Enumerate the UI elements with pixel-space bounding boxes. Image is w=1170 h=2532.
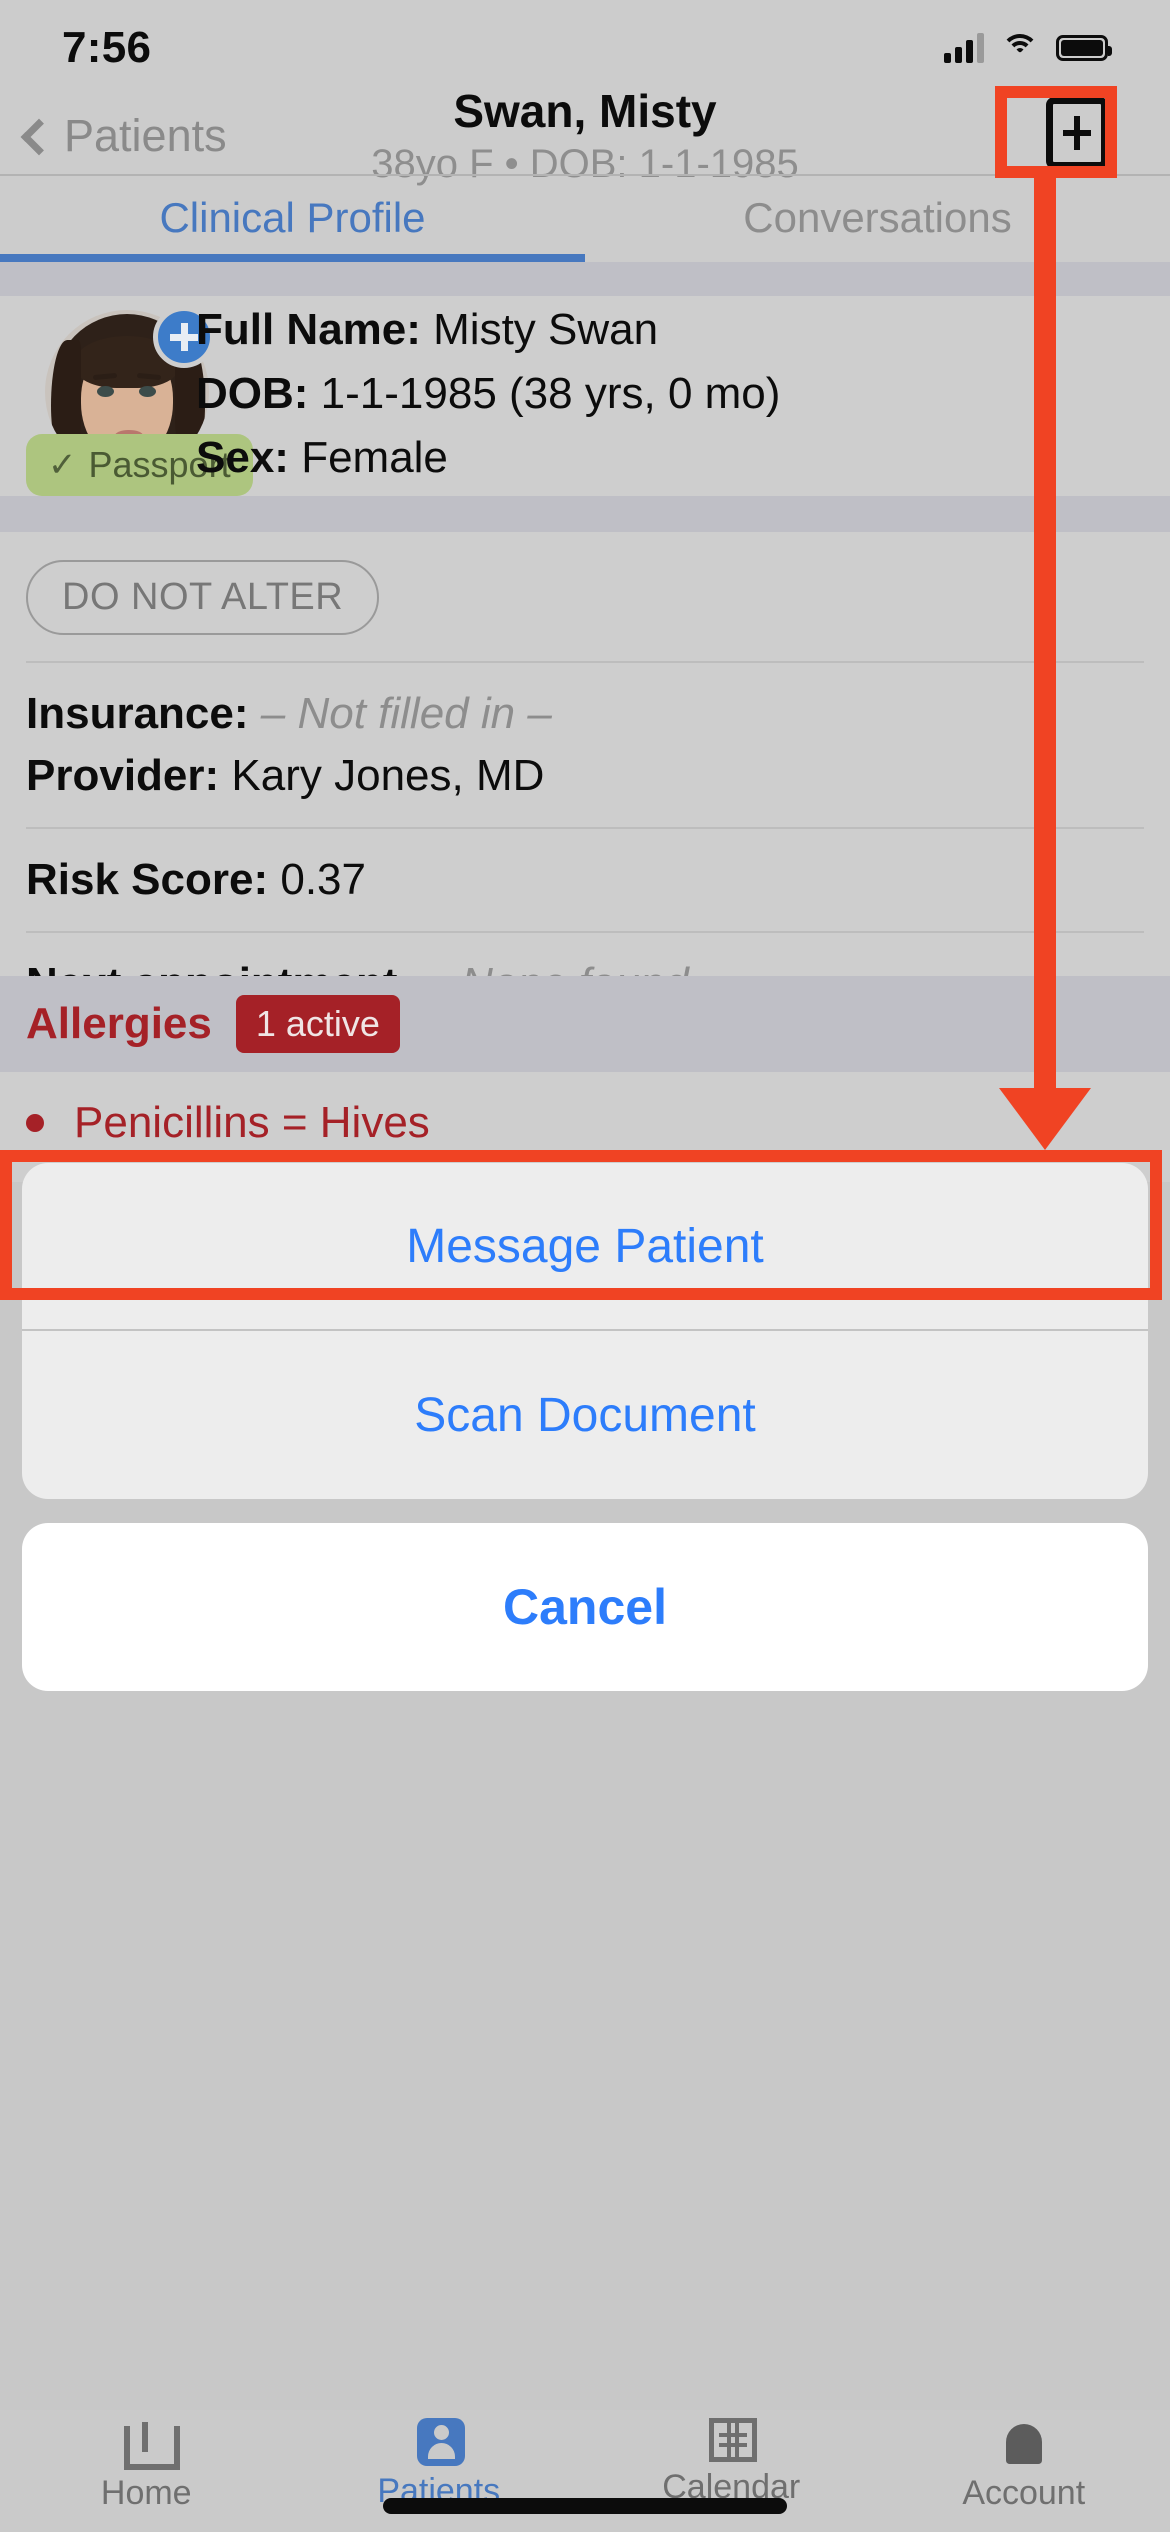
status-bar-time: 7:56 [62, 23, 151, 73]
clinical-info-card: DO NOT ALTER Insurance: – Not filled in … [0, 532, 1170, 976]
calendar-icon [709, 2418, 757, 2462]
field-full-name-value: Misty Swan [433, 305, 658, 354]
field-provider: Provider: Kary Jones, MD [26, 751, 1144, 801]
check-icon: ✓ [48, 445, 77, 485]
field-insurance: Insurance: – Not filled in – [26, 689, 1144, 739]
home-indicator [383, 2498, 787, 2514]
field-insurance-label: Insurance: [26, 689, 249, 738]
cancel-button[interactable]: Cancel [22, 1523, 1148, 1691]
section-gap-top [0, 262, 1170, 296]
account-icon [996, 2418, 1052, 2468]
field-sex: Sex: Female [196, 433, 780, 483]
field-provider-label: Provider: [26, 751, 219, 800]
field-insurance-value: – Not filled in – [261, 689, 552, 738]
info-row-risk-score[interactable]: Risk Score: 0.37 [0, 829, 1170, 931]
wifi-icon [1001, 34, 1039, 62]
scan-document-option[interactable]: Scan Document [22, 1331, 1148, 1499]
patients-icon [417, 2418, 465, 2466]
allergy-item-label: Penicillins = Hives [74, 1098, 430, 1148]
tabbar-item-account[interactable]: Account [878, 2410, 1170, 2532]
status-bar: 7:56 [0, 0, 1170, 96]
tab-clinical-profile[interactable]: Clinical Profile [0, 176, 585, 260]
annotation-arrow-shaft [1034, 178, 1056, 1118]
allergies-header: Allergies 1 active [0, 976, 1170, 1072]
cancel-button-label: Cancel [503, 1578, 667, 1636]
field-risk-score-value: 0.37 [280, 855, 366, 904]
cellular-signal-icon [944, 33, 984, 63]
field-dob: DOB: 1-1-1985 (38 yrs, 0 mo) [196, 369, 780, 419]
section-gap-mid [0, 496, 1170, 532]
tabbar-label-account: Account [962, 2474, 1085, 2513]
tabbar-label-home: Home [101, 2474, 192, 2513]
tabbar-item-home[interactable]: Home [0, 2410, 293, 2532]
annotation-arrow-head [999, 1088, 1091, 1150]
info-row-insurance[interactable]: Insurance: – Not filled in – Provider: K… [0, 663, 1170, 827]
tab-strip: Clinical Profile Conversations [0, 176, 1170, 260]
field-risk-score: Risk Score: 0.37 [26, 855, 1144, 905]
allergies-title: Allergies [26, 999, 212, 1049]
field-risk-score-label: Risk Score: [26, 855, 268, 904]
home-icon [118, 2418, 174, 2468]
field-sex-label: Sex: [196, 433, 289, 482]
annotation-box-message-patient [0, 1150, 1162, 1300]
battery-icon [1056, 35, 1108, 61]
bullet-icon [26, 1114, 44, 1132]
field-full-name: Full Name: Misty Swan [196, 305, 780, 355]
do-not-alter-pill: DO NOT ALTER [26, 560, 379, 635]
field-dob-label: DOB: [196, 369, 308, 418]
allergies-count-badge: 1 active [236, 995, 400, 1053]
field-sex-value: Female [301, 433, 448, 482]
field-provider-value: Kary Jones, MD [231, 751, 544, 800]
tab-conversations[interactable]: Conversations [585, 176, 1170, 260]
tab-active-underline [0, 254, 585, 262]
field-full-name-label: Full Name: [196, 305, 421, 354]
status-bar-icons [944, 33, 1108, 63]
field-dob-value: 1-1-1985 (38 yrs, 0 mo) [321, 369, 781, 418]
annotation-box-add-button [995, 86, 1117, 178]
